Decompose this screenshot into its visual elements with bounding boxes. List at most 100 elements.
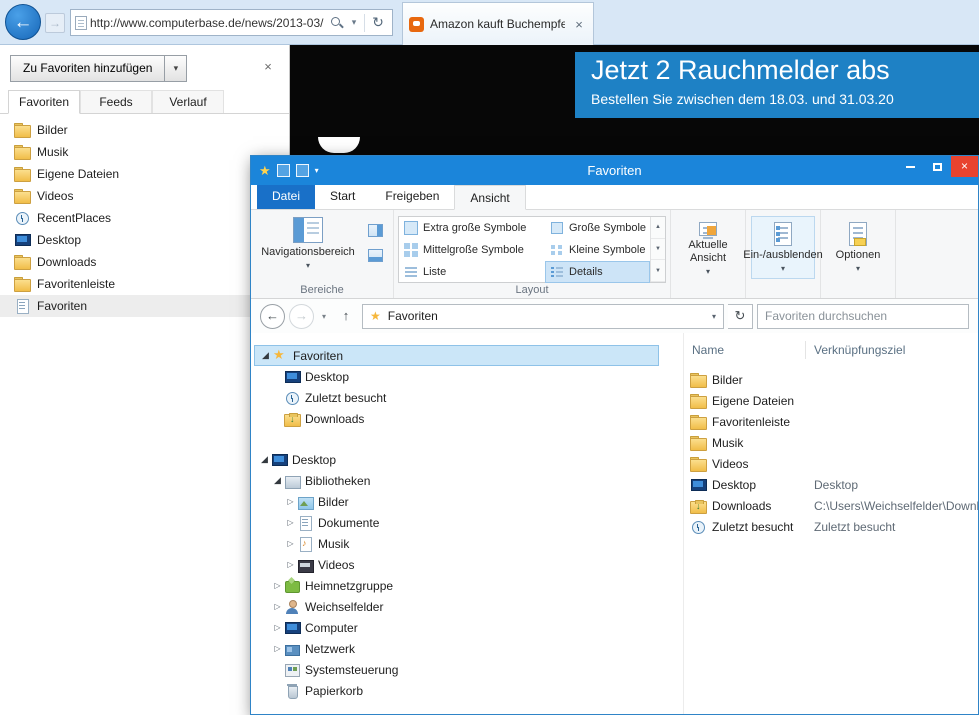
layout-option-extra-large[interactable]: Extra große Symbole xyxy=(399,217,545,239)
history-dropdown-icon[interactable]: ▾ xyxy=(318,312,330,321)
layout-option-details[interactable]: Details xyxy=(545,261,650,283)
ribbon-tab-freigeben[interactable]: Freigeben xyxy=(370,184,454,209)
collapse-arrow-icon[interactable]: ▷ xyxy=(271,644,284,653)
ribbon-tab-start[interactable]: Start xyxy=(315,184,370,209)
column-header-name[interactable]: Name xyxy=(684,341,806,359)
expand-arrow-icon[interactable]: ◢ xyxy=(258,454,271,465)
tree-item-computer[interactable]: ▷ Computer xyxy=(251,617,683,638)
dropdown-icon: ▾ xyxy=(855,264,860,273)
file-row[interactable]: Desktop Desktop xyxy=(684,474,978,495)
collapse-arrow-icon[interactable]: ▷ xyxy=(284,518,297,527)
tree-item-desktop-root[interactable]: ◢ Desktop xyxy=(251,449,683,470)
favorites-panel-close-button[interactable]: × xyxy=(259,57,277,75)
address-bar[interactable]: ▾ ↻ xyxy=(70,9,393,36)
expand-arrow-icon[interactable]: ◢ xyxy=(271,475,284,486)
tree-item-recent[interactable]: Zuletzt besucht xyxy=(251,387,683,408)
gallery-more-button[interactable]: ▼ xyxy=(651,260,665,283)
tab-favoriten[interactable]: Favoriten xyxy=(8,90,80,114)
layout-option-large[interactable]: Große Symbole xyxy=(545,217,650,239)
minimize-button[interactable] xyxy=(897,156,924,177)
ribbon-tab-datei[interactable]: Datei xyxy=(257,184,316,209)
column-header-target[interactable]: Verknüpfungsziel xyxy=(806,343,978,357)
file-row[interactable]: Bilder xyxy=(684,369,978,390)
tab-close-button[interactable]: × xyxy=(571,17,587,32)
tree-item-dokumente[interactable]: ▷ Dokumente xyxy=(251,512,683,533)
collapse-arrow-icon[interactable]: ▷ xyxy=(284,497,297,506)
tree-item-downloads[interactable]: Downloads xyxy=(251,408,683,429)
gallery-scroll-down[interactable]: ▼ xyxy=(651,238,665,261)
show-hide-button[interactable]: Ein-/ausblenden ▾ xyxy=(743,216,823,279)
browser-back-button[interactable]: ← xyxy=(5,4,41,40)
tree-item-heimnetzgruppe[interactable]: ▷ Heimnetzgruppe xyxy=(251,575,683,596)
address-dropdown-icon[interactable]: ▾ xyxy=(347,17,361,28)
layout-option-small[interactable]: Kleine Symbole xyxy=(545,239,650,261)
tree-item-musik[interactable]: ▷ Musik xyxy=(251,533,683,554)
navigation-pane-button[interactable]: Navigationsbereich ▾ xyxy=(255,213,361,282)
refresh-button[interactable]: ↻ xyxy=(368,14,388,31)
tree-item-desktop-link[interactable]: Desktop xyxy=(251,366,683,387)
explorer-refresh-button[interactable]: ↻ xyxy=(728,303,753,329)
properties-icon[interactable] xyxy=(276,164,290,177)
close-button[interactable]: × xyxy=(951,156,978,177)
gallery-scroll-up[interactable]: ▲ xyxy=(651,217,665,239)
collapse-arrow-icon[interactable]: ▷ xyxy=(271,602,284,611)
add-to-favorites-button[interactable]: Zu Favoriten hinzufügen xyxy=(10,55,166,82)
nav-forward-button[interactable]: → xyxy=(289,303,314,329)
up-button[interactable]: ↑ xyxy=(334,304,358,328)
file-row[interactable]: Favoritenleiste xyxy=(684,411,978,432)
preview-pane-button[interactable] xyxy=(363,220,387,241)
file-row[interactable]: Musik xyxy=(684,432,978,453)
layout-option-medium[interactable]: Mittelgroße Symbole xyxy=(399,239,545,261)
search-box[interactable] xyxy=(757,303,969,329)
file-row[interactable]: Zuletzt besucht Zuletzt besucht xyxy=(684,516,978,537)
collapse-arrow-icon[interactable]: ▷ xyxy=(271,623,284,632)
tree-item-favoriten[interactable]: ◢ Favoriten xyxy=(254,345,659,366)
add-to-favorites-dropdown[interactable]: ▾ xyxy=(165,55,188,82)
collapse-arrow-icon[interactable]: ▷ xyxy=(284,539,297,548)
file-row[interactable]: Downloads C:\Users\Weichselfelder\Downlo… xyxy=(684,495,978,516)
ad-banner[interactable]: Jetzt 2 Rauchmelder abs Bestellen Sie zw… xyxy=(575,52,979,118)
tree-item-bibliotheken[interactable]: ◢ Bibliotheken xyxy=(251,470,683,491)
file-row[interactable]: Eigene Dateien xyxy=(684,390,978,411)
favorites-item[interactable]: RecentPlaces xyxy=(0,207,289,229)
collapse-arrow-icon[interactable]: ▷ xyxy=(271,581,284,590)
tree-item-netzwerk[interactable]: ▷ Netzwerk xyxy=(251,638,683,659)
layout-option-list[interactable]: Liste xyxy=(399,261,545,283)
search-icon[interactable] xyxy=(330,16,344,30)
file-row[interactable]: Videos xyxy=(684,453,978,474)
title-bar[interactable]: ★ ▾ Favoriten × xyxy=(251,156,978,185)
favorites-item[interactable]: Desktop xyxy=(0,229,289,251)
nav-back-button[interactable]: ← xyxy=(260,303,285,329)
tab-verlauf[interactable]: Verlauf xyxy=(152,90,224,113)
maximize-button[interactable] xyxy=(924,156,951,177)
tree-item-bilder[interactable]: ▷ Bilder xyxy=(251,491,683,512)
breadcrumb[interactable]: ★ Favoriten ▾ xyxy=(362,303,724,329)
favorites-item[interactable]: Musik xyxy=(0,141,289,163)
options-button[interactable]: Optionen ▾ xyxy=(826,216,890,279)
current-view-button[interactable]: Aktuelle Ansicht ▾ xyxy=(676,216,740,279)
favorites-item[interactable]: Favoritenleiste xyxy=(0,273,289,295)
tree-item-systemsteuerung[interactable]: Systemsteuerung xyxy=(251,659,683,680)
browser-forward-button[interactable]: → xyxy=(45,13,65,33)
list-view-icon xyxy=(404,265,418,279)
tree-item-videos[interactable]: ▷ Videos xyxy=(251,554,683,575)
expand-arrow-icon[interactable]: ◢ xyxy=(259,350,272,361)
favorites-item[interactable]: Videos xyxy=(0,185,289,207)
tree-item-papierkorb[interactable]: Papierkorb xyxy=(251,680,683,701)
favorites-item[interactable]: Eigene Dateien xyxy=(0,163,289,185)
breadcrumb-location[interactable]: Favoriten xyxy=(388,309,438,323)
favorites-item[interactable]: Downloads xyxy=(0,251,289,273)
collapse-arrow-icon[interactable]: ▷ xyxy=(284,560,297,569)
tree-item-weichselfelder[interactable]: ▷ Weichselfelder xyxy=(251,596,683,617)
breadcrumb-dropdown-icon[interactable]: ▾ xyxy=(712,312,716,321)
browser-tab[interactable]: Amazon kauft Buchempfeh... × xyxy=(402,2,594,45)
details-pane-button[interactable] xyxy=(363,245,387,266)
ribbon-tab-ansicht[interactable]: Ansicht xyxy=(454,185,526,210)
search-input[interactable] xyxy=(765,309,961,323)
favorites-item[interactable]: Bilder xyxy=(0,119,289,141)
qat-dropdown-icon[interactable]: ▾ xyxy=(315,166,319,175)
favorites-item[interactable]: Favoriten xyxy=(0,295,289,317)
new-folder-icon[interactable] xyxy=(295,164,309,177)
url-input[interactable] xyxy=(90,15,327,30)
tab-feeds[interactable]: Feeds xyxy=(80,90,152,113)
